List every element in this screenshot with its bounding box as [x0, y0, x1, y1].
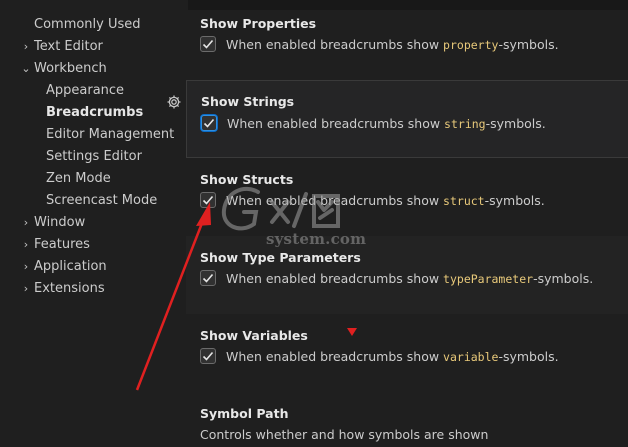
settings-window: Commonly Used › Text Editor ⌄ Workbench … [0, 0, 628, 447]
tree-item-label: Editor Management [46, 126, 175, 142]
setting-title: Symbol Path [200, 406, 289, 421]
tree-item-label: Breadcrumbs [46, 104, 144, 120]
setting-title: Show Strings [201, 94, 295, 109]
tree-item-extensions[interactable]: › Extensions [18, 277, 105, 299]
chevron-right-icon: › [23, 39, 29, 53]
chevron-right-icon: › [23, 259, 29, 273]
setting-description: When enabled breadcrumbs show variable-s… [226, 349, 559, 364]
check-icon [203, 118, 215, 128]
setting-show-properties: Show Properties When enabled breadcrumbs… [186, 0, 628, 78]
tree-item-label: Window [34, 214, 86, 230]
check-icon [202, 39, 214, 49]
desc-code: struct [443, 193, 485, 208]
marker-triangle-icon [347, 328, 357, 336]
tree-item-commonly-used[interactable]: Commonly Used [18, 13, 141, 35]
tree-item-label: Commonly Used [34, 16, 141, 32]
tree-item-label: Text Editor [34, 38, 103, 54]
setting-row: When enabled breadcrumbs show typeParame… [200, 270, 593, 286]
desc-prefix: When enabled breadcrumbs show [226, 270, 444, 286]
desc-code: string [444, 116, 486, 131]
setting-row: When enabled breadcrumbs show variable-s… [200, 348, 559, 364]
check-icon [202, 195, 214, 205]
setting-title: Show Structs [200, 172, 294, 187]
tree-item-screencast-mode[interactable]: Screencast Mode [46, 189, 157, 211]
desc-code: variable [443, 349, 499, 364]
setting-title: Show Variables [200, 328, 308, 343]
tree-item-settings-editor[interactable]: Settings Editor [46, 145, 142, 167]
tree-item-label: Features [34, 236, 90, 252]
settings-tree: Commonly Used › Text Editor ⌄ Workbench … [0, 0, 186, 447]
chevron-down-icon: ⌄ [21, 61, 31, 75]
chevron-right-icon: › [23, 281, 29, 295]
setting-checkbox[interactable] [200, 270, 216, 286]
setting-row: When enabled breadcrumbs show property-s… [200, 36, 559, 52]
tree-item-breadcrumbs[interactable]: Breadcrumbs [46, 101, 143, 123]
setting-row: When enabled breadcrumbs show string-sym… [201, 115, 546, 131]
setting-show-strings: Show Strings When enabled breadcrumbs sh… [186, 80, 628, 158]
desc-prefix: When enabled breadcrumbs show [227, 115, 445, 131]
setting-checkbox[interactable] [201, 115, 217, 131]
setting-checkbox[interactable] [200, 348, 216, 364]
desc-suffix: -symbols. [485, 115, 546, 131]
tree-item-application[interactable]: › Application [18, 255, 107, 277]
setting-description: When enabled breadcrumbs show property-s… [226, 37, 559, 52]
tree-item-label: Application [34, 258, 107, 274]
tree-item-workbench[interactable]: ⌄ Workbench [18, 57, 107, 79]
desc-suffix: -symbols. [498, 36, 559, 52]
tree-item-label: Screencast Mode [46, 192, 158, 208]
tree-item-editor-management[interactable]: Editor Management [46, 123, 174, 145]
desc-prefix: When enabled breadcrumbs show [226, 192, 444, 208]
setting-symbol-path: Symbol Path Controls whether and how sym… [186, 394, 628, 447]
gear-icon[interactable] [166, 94, 182, 110]
tree-item-window[interactable]: › Window [18, 211, 85, 233]
setting-show-variables: Show Variables When enabled breadcrumbs … [186, 314, 628, 394]
tree-item-label: Workbench [34, 60, 107, 76]
desc-code: property [443, 37, 499, 52]
tree-item-zen-mode[interactable]: Zen Mode [46, 167, 111, 189]
check-icon [202, 351, 214, 361]
tree-item-label: Appearance [46, 82, 125, 98]
setting-checkbox[interactable] [200, 192, 216, 208]
tree-item-features[interactable]: › Features [18, 233, 90, 255]
tree-item-label: Zen Mode [46, 170, 111, 186]
setting-description: When enabled breadcrumbs show struct-sym… [226, 193, 545, 208]
setting-title: Show Properties [200, 16, 317, 31]
setting-title: Show Type Parameters [200, 250, 361, 265]
setting-show-structs: Show Structs When enabled breadcrumbs sh… [186, 158, 628, 236]
tree-item-label: Settings Editor [46, 148, 142, 164]
setting-checkbox[interactable] [200, 36, 216, 52]
desc-suffix: -symbols. [484, 192, 545, 208]
desc-suffix: -symbols. [533, 270, 594, 286]
desc-code: typeParameter [443, 271, 534, 286]
desc-suffix: -symbols. [498, 348, 559, 364]
setting-row: When enabled breadcrumbs show struct-sym… [200, 192, 545, 208]
setting-show-type-parameters: Show Type Parameters When enabled breadc… [186, 236, 628, 314]
tree-item-appearance[interactable]: Appearance [46, 79, 124, 101]
setting-description: When enabled breadcrumbs show string-sym… [227, 116, 546, 131]
check-icon [202, 273, 214, 283]
desc-prefix: When enabled breadcrumbs show [226, 348, 444, 364]
desc-prefix: When enabled breadcrumbs show [226, 36, 444, 52]
setting-description: Controls whether and how symbols are sho… [200, 427, 489, 442]
settings-list: Show Properties When enabled breadcrumbs… [186, 0, 628, 447]
chevron-right-icon: › [23, 237, 29, 251]
tree-item-label: Extensions [34, 280, 105, 296]
chevron-right-icon: › [23, 215, 29, 229]
setting-description: When enabled breadcrumbs show typeParame… [226, 271, 593, 286]
tree-item-text-editor[interactable]: › Text Editor [18, 35, 103, 57]
